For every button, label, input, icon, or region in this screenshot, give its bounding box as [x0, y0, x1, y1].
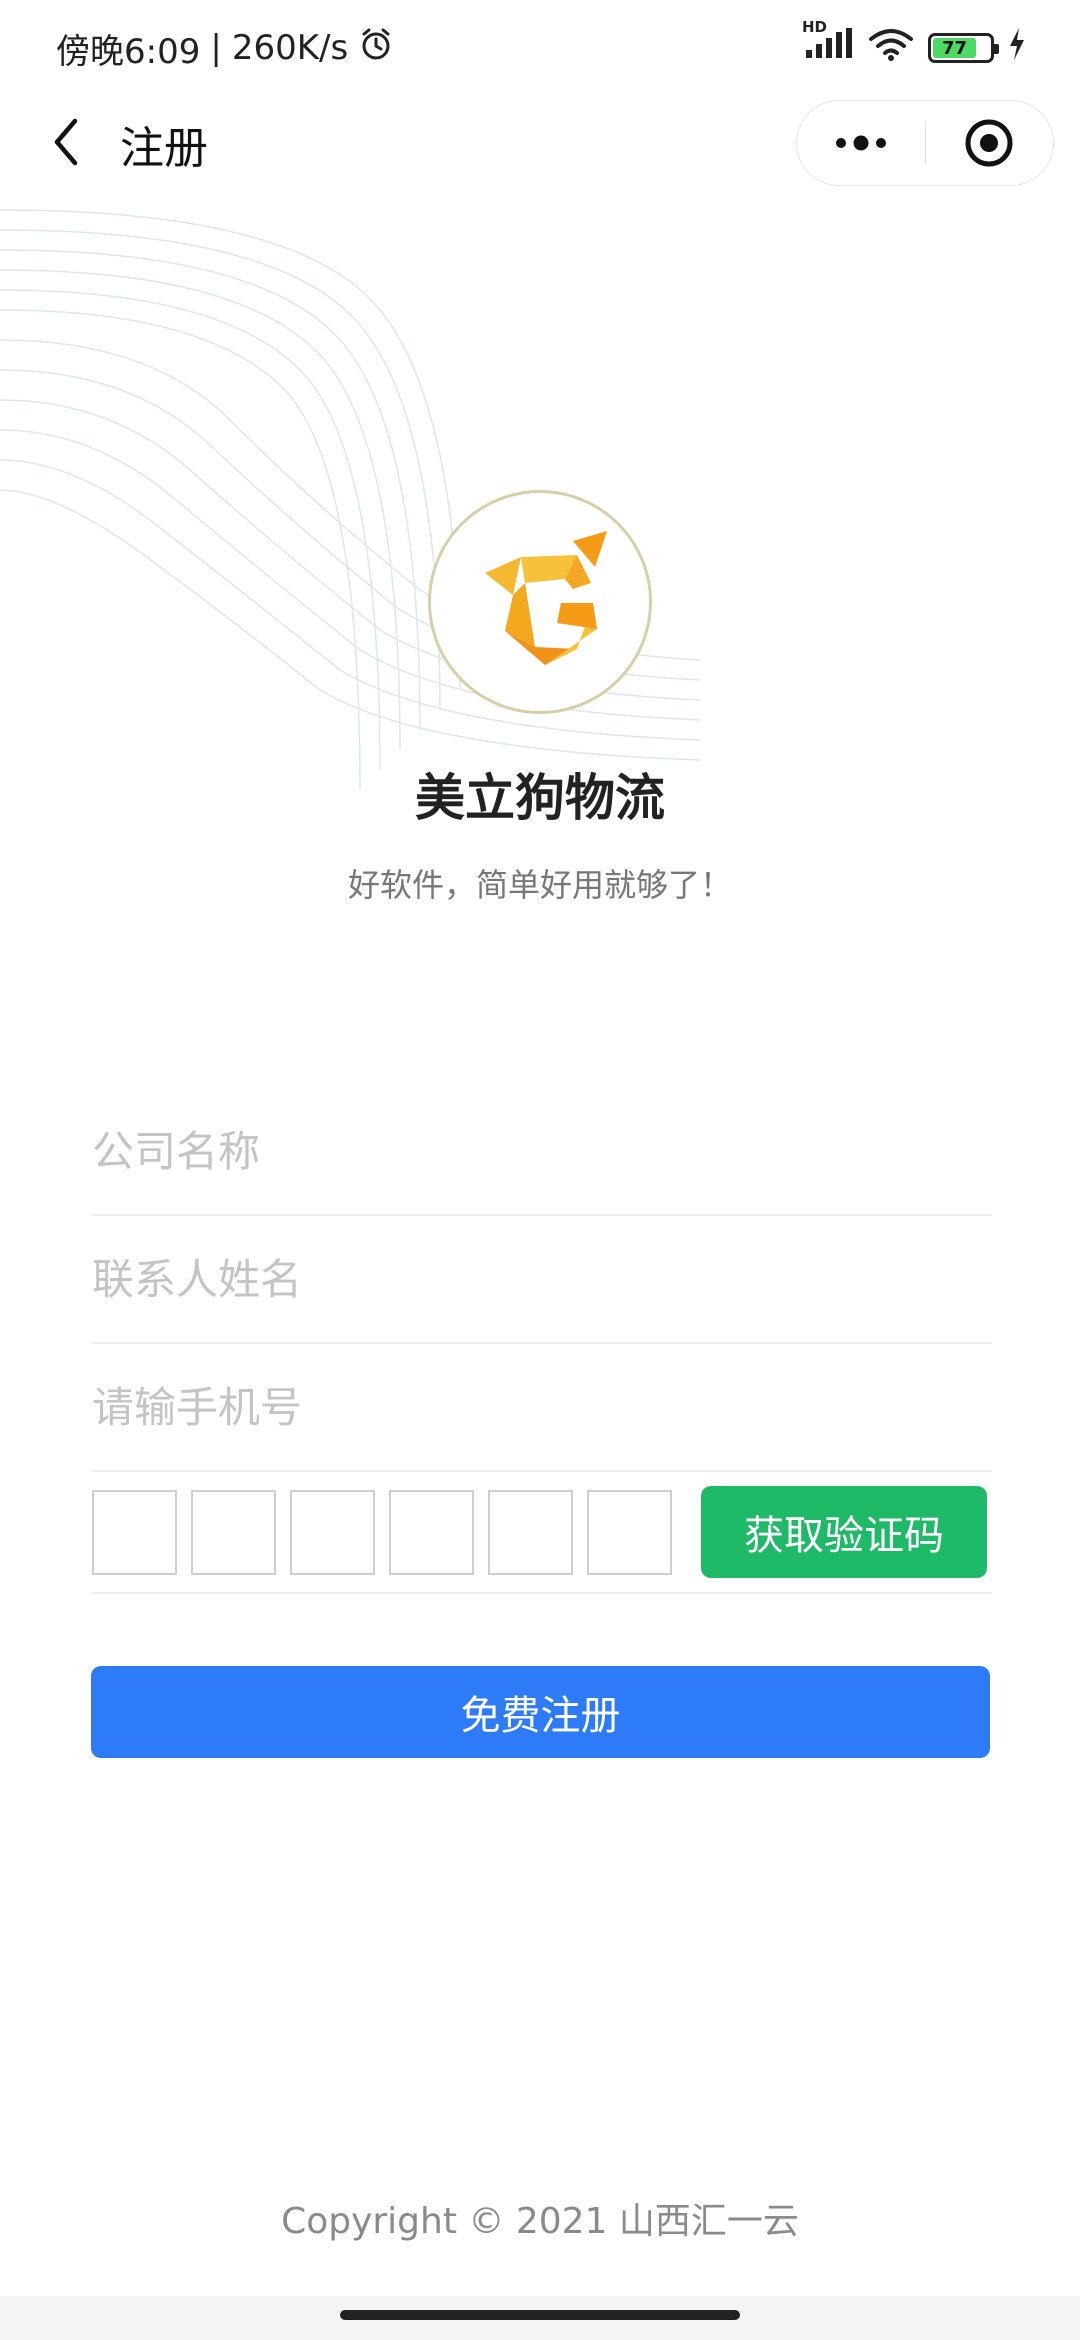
more-dots-icon [835, 135, 886, 151]
charging-icon [1008, 27, 1026, 69]
register-screen: 傍晚6:09 | 260K/s HD 77 注册 美立狗物流 好软件，简单好用就… [0, 0, 1080, 2340]
get-code-button[interactable]: 获取验证码 [701, 1486, 987, 1578]
code-digit-box[interactable] [389, 1489, 474, 1575]
battery-level: 77 [933, 38, 977, 59]
code-digit-box[interactable] [488, 1489, 573, 1575]
code-digit-box[interactable] [92, 1489, 177, 1575]
status-left: 傍晚6:09 | 260K/s [56, 24, 394, 73]
hd-label: HD [802, 17, 828, 36]
brand-name: 美立狗物流 [415, 769, 665, 827]
target-circle-icon [965, 119, 1013, 167]
phone-field [92, 1344, 992, 1472]
code-digit-box[interactable] [587, 1489, 672, 1575]
battery-icon: 77 [928, 33, 999, 63]
miniprogram-capsule [796, 100, 1054, 186]
close-miniprogram-button[interactable] [926, 101, 1054, 185]
status-right: HD 77 [802, 18, 1026, 70]
contact-field [92, 1216, 992, 1344]
register-form: 获取验证码 [92, 1088, 992, 1594]
status-bar: 傍晚6:09 | 260K/s HD 77 [0, 0, 1080, 96]
nav-bar: 注册 [0, 96, 1080, 188]
company-name-input[interactable] [92, 1126, 992, 1176]
signal-icon: HD [802, 18, 854, 69]
contact-name-input[interactable] [92, 1254, 992, 1304]
code-digit-box[interactable] [290, 1489, 375, 1575]
status-separator: | [210, 28, 222, 68]
g-logo-icon [485, 531, 607, 665]
code-digit-box[interactable] [191, 1489, 276, 1575]
back-button[interactable] [38, 114, 94, 170]
alarm-icon [358, 26, 394, 71]
company-field [92, 1088, 992, 1216]
brand-slogan: 好软件，简单好用就够了！ [347, 866, 732, 904]
verification-code-row: 获取验证码 [92, 1472, 992, 1594]
status-time: 傍晚6:09 [56, 31, 201, 72]
decorative-arcs [0, 209, 701, 790]
home-indicator[interactable] [340, 2310, 740, 2320]
register-button[interactable]: 免费注册 [91, 1666, 990, 1758]
copyright-text: Copyright © 2021 山西汇一云 [281, 2201, 799, 2242]
chevron-left-icon [54, 118, 78, 166]
phone-input[interactable] [92, 1382, 992, 1432]
more-button[interactable] [797, 101, 925, 185]
wifi-icon [868, 27, 914, 70]
brand-logo [428, 490, 652, 714]
page-title: 注册 [120, 123, 208, 174]
network-speed: 260K/s [231, 28, 349, 68]
